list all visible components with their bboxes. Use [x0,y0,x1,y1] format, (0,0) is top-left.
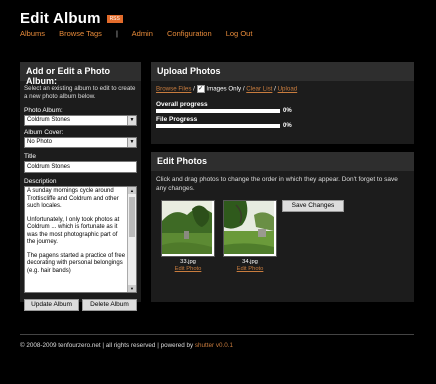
rss-badge[interactable]: RSS [106,15,123,24]
upload-title: Upload Photos [151,62,414,81]
images-only-label: Images Only [206,85,242,93]
description-paragraph: A sunday mornings cycle around Trottiscl… [27,188,119,209]
shutter-link[interactable]: shutter v0.0.1 [195,342,233,349]
images-only-checkbox[interactable]: ✓ [196,85,205,93]
nav-admin[interactable]: Admin [132,29,153,38]
edit-photo-link[interactable]: Edit Photo [158,266,218,272]
main-nav: Albums Browse Tags | Admin Configuration… [20,29,264,38]
photo-34-image [224,201,274,254]
photo-thumbnail[interactable]: 33.jpg Edit Photo [161,200,215,272]
edit-photos-help: Click and drag photos to change the orde… [156,176,398,192]
photo-album-label: Photo Album: [24,107,63,114]
album-cover-select[interactable]: No Photo ▼ [24,137,137,148]
scroll-down-icon[interactable]: ▼ [128,285,136,292]
nav-separator: | [116,29,118,38]
description-textarea[interactable]: A sunday mornings cycle around Trottiscl… [24,186,137,293]
overall-progress-pct: 0% [283,108,292,114]
page-title: Edit Album [20,10,101,27]
description-scrollbar[interactable]: ▲ ▼ [127,187,136,292]
upload-link[interactable]: Upload [278,86,298,93]
description-paragraph: Unfortunately, I only took photos at Col… [27,216,120,246]
overall-progress-bar [156,109,280,113]
album-form-title: Add or Edit a Photo Album: [20,62,141,86]
edit-photo-link[interactable]: Edit Photo [220,266,280,272]
edit-photos-panel: Edit Photos Click and drag photos to cha… [151,152,414,302]
album-form-help: Select an existing album to edit to crea… [24,85,136,100]
footer-divider [20,334,414,335]
album-form-panel: Add or Edit a Photo Album: Select an exi… [20,62,141,311]
clear-list-link[interactable]: Clear List [246,86,272,93]
upload-panel: Upload Photos Browse Files / ✓ Images On… [151,62,414,144]
photo-33-image [162,201,212,254]
edit-photos-title: Edit Photos [151,152,414,171]
update-album-button[interactable]: Update Album [24,299,79,311]
scroll-thumb[interactable] [129,197,135,237]
title-input[interactable]: Coldrum Stones [24,161,137,173]
file-progress-label: File Progress [156,116,198,123]
footer: © 2008-2009 tenfourzero.net | all rights… [20,342,233,349]
album-cover-value: No Photo [27,139,53,145]
photo-filename: 33.jpg [180,259,196,265]
scroll-up-icon[interactable]: ▲ [128,187,136,194]
chevron-down-icon[interactable]: ▼ [127,116,136,125]
nav-configuration[interactable]: Configuration [167,29,212,38]
delete-album-button[interactable]: Delete Album [82,299,137,311]
footer-copyright: © 2008-2009 tenfourzero.net | all rights… [20,342,194,349]
header: Edit Album RSS [20,10,123,27]
browse-files-link[interactable]: Browse Files [156,86,191,93]
save-changes-button[interactable]: Save Changes [282,200,344,212]
nav-log-out[interactable]: Log Out [226,29,253,38]
album-cover-label: Album Cover: [24,129,64,136]
photo-filename: 34.jpg [242,259,258,265]
file-progress-pct: 0% [283,123,292,129]
nav-albums[interactable]: Albums [20,29,45,38]
title-label: Title [24,153,37,160]
description-label: Description [24,178,57,185]
photo-album-value: Coldrum Stones [27,117,71,123]
file-progress-bar [156,124,280,128]
chevron-down-icon[interactable]: ▼ [127,138,136,147]
photo-album-select[interactable]: Coldrum Stones ▼ [24,115,137,126]
description-paragraph: The pagens started a practice of free de… [27,252,126,274]
nav-browse-tags[interactable]: Browse Tags [59,29,102,38]
photo-thumbnail[interactable]: 34.jpg Edit Photo [223,200,277,272]
upload-toolbar: Browse Files / ✓ Images Only / Clear Lis… [156,85,298,93]
overall-progress-label: Overall progress [156,101,208,108]
